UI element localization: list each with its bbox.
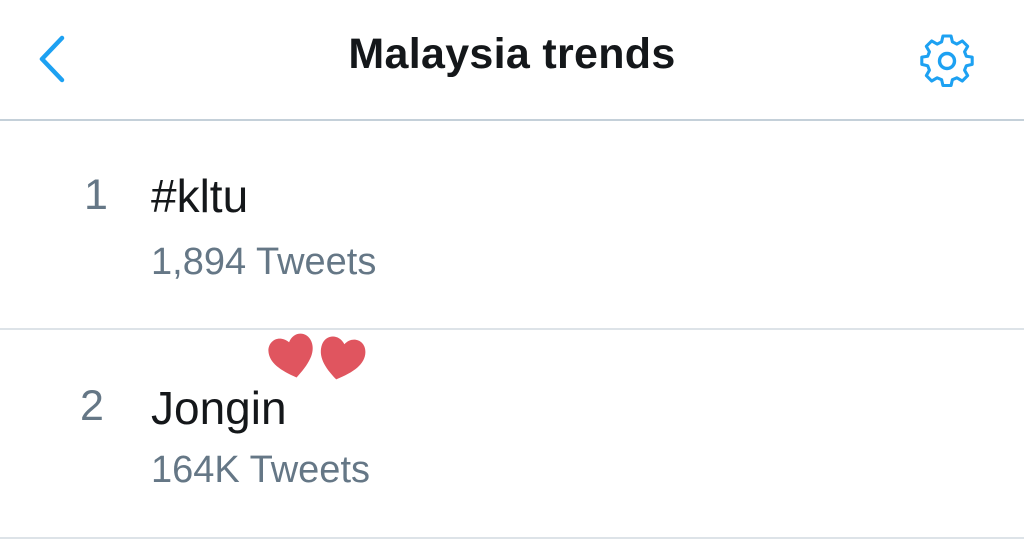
- trend-rank: 1: [84, 171, 108, 219]
- trend-name: #kltu: [151, 170, 249, 222]
- gear-icon: [920, 34, 974, 88]
- trend-name: Jongin: [151, 382, 287, 434]
- hearts-sticker: [266, 328, 370, 382]
- tweet-count: 1,894 Tweets: [151, 241, 377, 283]
- trend-item-2[interactable]: 2 Jongin 164K Tweets: [0, 330, 1024, 539]
- heart-icon: [268, 333, 366, 380]
- page-title: Malaysia trends: [348, 30, 676, 78]
- settings-button[interactable]: [912, 28, 982, 94]
- header-bar: Malaysia trends: [0, 0, 1024, 121]
- trend-rank: 2: [80, 382, 104, 430]
- trend-item-1[interactable]: 1 #kltu 1,894 Tweets: [0, 121, 1024, 330]
- tweet-count: 164K Tweets: [151, 449, 371, 491]
